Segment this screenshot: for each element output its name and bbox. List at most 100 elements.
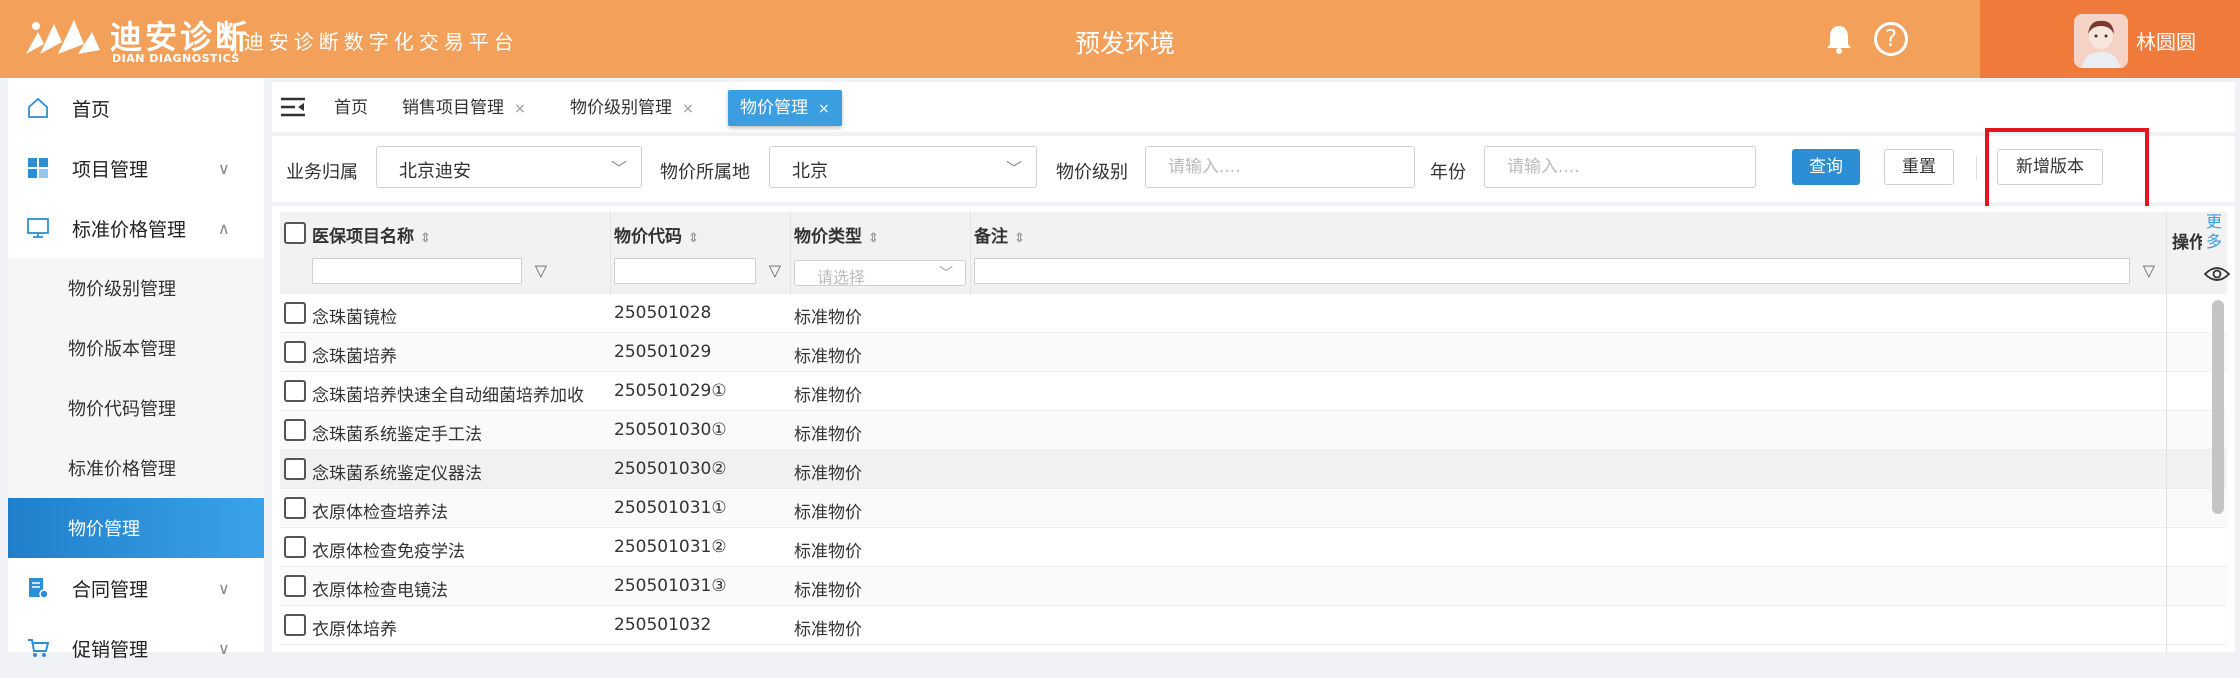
chevron-down-icon: ﹀ (939, 266, 953, 282)
more-columns-link[interactable]: 更多 (2206, 212, 2232, 252)
cell-type: 标准物价 (794, 620, 862, 640)
sidebar-item-label: 首页 (72, 98, 111, 121)
year-input[interactable] (1484, 146, 1756, 188)
column-header-label: 物价代码 (614, 227, 682, 247)
sort-icon[interactable]: ⇕ (868, 231, 879, 246)
table-row[interactable]: 衣原体检查免疫学法 250501031② 标准物价 (280, 528, 2227, 567)
filter-icon[interactable]: ▽ (535, 261, 547, 280)
cell-code: 250501029 (614, 342, 712, 362)
submenu-price-code[interactable]: 物价代码管理 (8, 378, 264, 438)
tab-label: 物价级别管理 (570, 98, 672, 118)
level-input[interactable] (1145, 146, 1415, 188)
query-button[interactable]: 查询 (1792, 149, 1860, 185)
row-checkbox[interactable] (284, 341, 306, 363)
business-select[interactable]: 北京迪安 ﹀ (376, 146, 642, 188)
code-filter-input[interactable]: ▽ (614, 258, 781, 284)
vertical-scrollbar[interactable] (2212, 300, 2224, 514)
business-label: 业务归属 (286, 162, 358, 183)
monitor-icon (27, 218, 49, 238)
column-header-type[interactable]: 物价类型 ⇕ (794, 222, 879, 247)
table-row[interactable]: 念珠菌培养 250501029 标准物价 (280, 333, 2227, 372)
level-label: 物价级别 (1056, 162, 1128, 183)
row-checkbox[interactable] (284, 458, 306, 480)
reset-button[interactable]: 重置 (1884, 149, 1954, 185)
name-filter-input[interactable]: ▽ (312, 258, 547, 284)
cell-type: 标准物价 (794, 425, 862, 445)
row-checkbox[interactable] (284, 575, 306, 597)
sidebar-item-label: 合同管理 (72, 578, 149, 601)
sidebar-item-home[interactable]: 首页 (8, 78, 264, 138)
location-select[interactable]: 北京 ﹀ (769, 146, 1037, 188)
cell-code: 250501031① (614, 498, 727, 518)
select-all-checkbox[interactable] (284, 222, 306, 244)
column-header-label: 医保项目名称 (312, 227, 414, 247)
chevron-down-icon: ∨ (218, 638, 230, 658)
row-checkbox[interactable] (284, 497, 306, 519)
tab-home[interactable]: 首页 (334, 90, 368, 126)
close-icon[interactable]: × (818, 101, 830, 117)
cell-type: 标准物价 (794, 581, 862, 601)
column-header-remark[interactable]: 备注 ⇕ (974, 222, 1025, 247)
submenu-price-management[interactable]: 物价管理 (8, 498, 264, 558)
submenu-standard-price[interactable]: 标准价格管理 (8, 438, 264, 498)
tab-sales-project[interactable]: 销售项目管理 × (402, 90, 526, 126)
bell-icon[interactable] (1822, 22, 1856, 56)
sort-icon[interactable]: ⇕ (688, 231, 699, 246)
sidebar-item-contract[interactable]: 合同管理 ∨ (8, 558, 264, 618)
table-row[interactable]: 念珠菌镜检 250501028 标准物价 (280, 294, 2227, 333)
table-row[interactable]: 衣原体检查培养法 250501031① 标准物价 (280, 489, 2227, 528)
help-icon[interactable]: ? (1874, 22, 1908, 56)
row-checkbox[interactable] (284, 614, 306, 636)
type-filter-select[interactable]: 请选择 ﹀ (794, 260, 966, 287)
table-row[interactable]: 念珠菌系统鉴定仪器法 250501030② 标准物价 (280, 450, 2227, 489)
home-icon (28, 97, 48, 118)
sidebar-item-project[interactable]: 项目管理 ∨ (8, 138, 264, 198)
tab-price-management[interactable]: 物价管理 × (728, 90, 842, 126)
sidebar-item-standard-price[interactable]: 标准价格管理 ∧ (8, 198, 264, 258)
table-row[interactable]: 念珠菌培养快速全自动细菌培养加收 250501029① 标准物价 (280, 372, 2227, 411)
eye-icon[interactable] (2204, 266, 2230, 282)
sidebar-item-promotion[interactable]: 促销管理 ∨ (8, 618, 264, 678)
row-checkbox[interactable] (284, 380, 306, 402)
close-icon[interactable]: × (514, 101, 526, 117)
column-divider (610, 212, 611, 294)
top-header: 迪安诊断 DIAN DIAGNOSTICS |迪安诊断数字化交易平台 预发环境 … (0, 0, 2240, 78)
close-icon[interactable]: × (682, 101, 694, 117)
cell-type: 标准物价 (794, 464, 862, 484)
table-row[interactable]: 衣原体检查电镜法 250501031③ 标准物价 (280, 567, 2227, 606)
avatar[interactable] (2074, 14, 2128, 68)
action-column-divider (2166, 294, 2167, 652)
tab-price-level[interactable]: 物价级别管理 × (570, 90, 694, 126)
cell-code: 250501031③ (614, 576, 727, 596)
row-checkbox[interactable] (284, 536, 306, 558)
avatar-person-icon (2074, 14, 2128, 68)
column-header-name[interactable]: 医保项目名称 ⇕ (312, 222, 431, 247)
chevron-down-icon: ﹀ (1005, 159, 1022, 178)
cell-type: 标准物价 (794, 386, 862, 406)
column-divider (970, 212, 971, 294)
submenu-label: 物价管理 (68, 519, 140, 540)
sidebar-item-label: 项目管理 (72, 158, 149, 181)
submenu-price-level[interactable]: 物价级别管理 (8, 258, 264, 318)
row-checkbox[interactable] (284, 419, 306, 441)
user-name[interactable]: 林圆圆 (2136, 26, 2196, 55)
sort-icon[interactable]: ⇕ (1014, 231, 1025, 246)
submenu-price-version[interactable]: 物价版本管理 (8, 318, 264, 378)
cell-name: 念珠菌培养 (312, 347, 397, 367)
tab-label: 首页 (334, 98, 368, 118)
filter-icon[interactable]: ▽ (2143, 261, 2155, 280)
menu-collapse-icon[interactable] (280, 97, 306, 117)
chevron-up-icon: ∧ (218, 218, 230, 238)
column-header-action: 操作 (2172, 233, 2202, 253)
row-checkbox[interactable] (284, 302, 306, 324)
sort-icon[interactable]: ⇕ (420, 231, 431, 246)
cell-name: 念珠菌镜检 (312, 308, 397, 328)
filter-icon[interactable]: ▽ (769, 261, 781, 280)
table-row[interactable]: 衣原体培养 250501032 标准物价 (280, 606, 2227, 645)
remark-filter-input[interactable]: ▽ (974, 258, 2155, 284)
tab-label: 销售项目管理 (402, 98, 504, 118)
column-header-code[interactable]: 物价代码 ⇕ (614, 222, 699, 247)
cell-type: 标准物价 (794, 308, 862, 328)
table-row[interactable]: 念珠菌系统鉴定手工法 250501030① 标准物价 (280, 411, 2227, 450)
toolbar-divider (1976, 156, 1977, 180)
